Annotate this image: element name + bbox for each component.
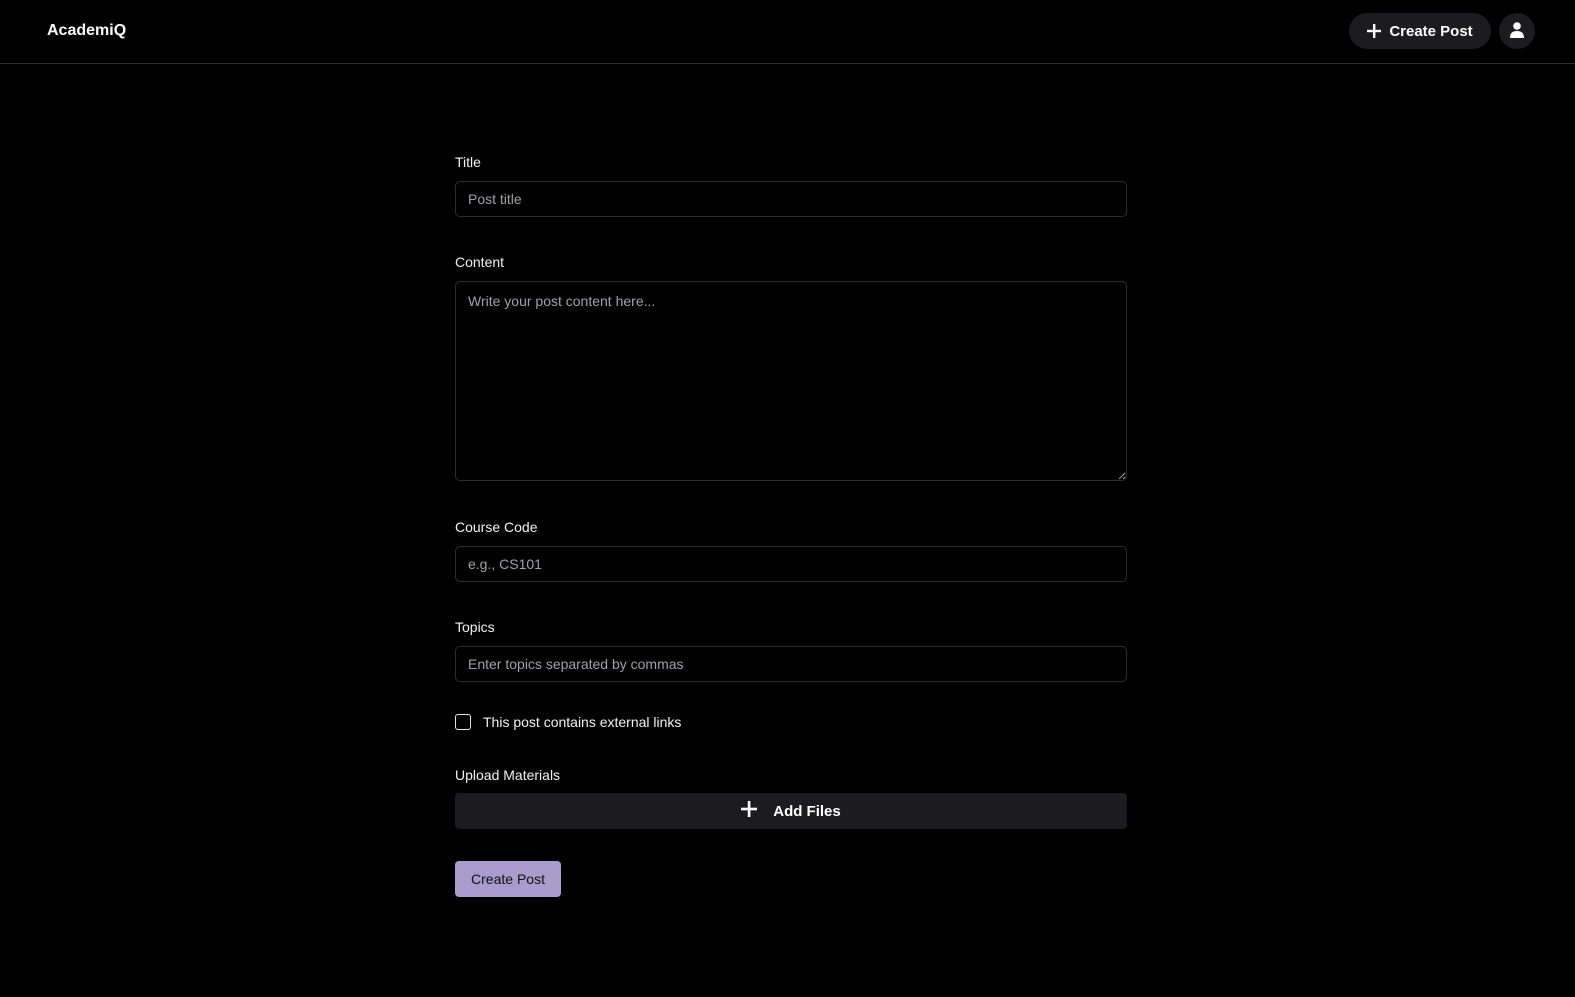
course-code-input[interactable] xyxy=(455,546,1127,582)
user-avatar-button[interactable] xyxy=(1499,13,1535,49)
course-code-label: Course Code xyxy=(455,519,538,535)
brand-logo[interactable]: AcademiQ xyxy=(47,21,126,40)
add-files-button[interactable]: Add Files xyxy=(455,793,1127,829)
external-links-checkbox[interactable] xyxy=(455,714,471,730)
user-icon xyxy=(1510,21,1524,41)
title-input[interactable] xyxy=(455,181,1127,217)
header-create-post-label: Create Post xyxy=(1389,22,1473,40)
topics-label: Topics xyxy=(455,619,495,635)
external-links-label[interactable]: This post contains external links xyxy=(483,714,681,730)
upload-materials-label: Upload Materials xyxy=(455,767,561,783)
create-post-submit-button[interactable]: Create Post xyxy=(455,861,561,897)
content-textarea[interactable] xyxy=(455,281,1127,481)
header-create-post-button[interactable]: Create Post xyxy=(1349,13,1491,49)
content-label: Content xyxy=(455,254,505,270)
topics-input[interactable] xyxy=(455,646,1127,682)
top-bar: AcademiQ Create Post xyxy=(0,0,1575,64)
add-files-label: Add Files xyxy=(773,802,841,820)
external-links-row: This post contains external links xyxy=(455,713,681,731)
plus-icon xyxy=(741,801,758,821)
title-label: Title xyxy=(455,154,481,170)
plus-icon xyxy=(1367,24,1382,38)
